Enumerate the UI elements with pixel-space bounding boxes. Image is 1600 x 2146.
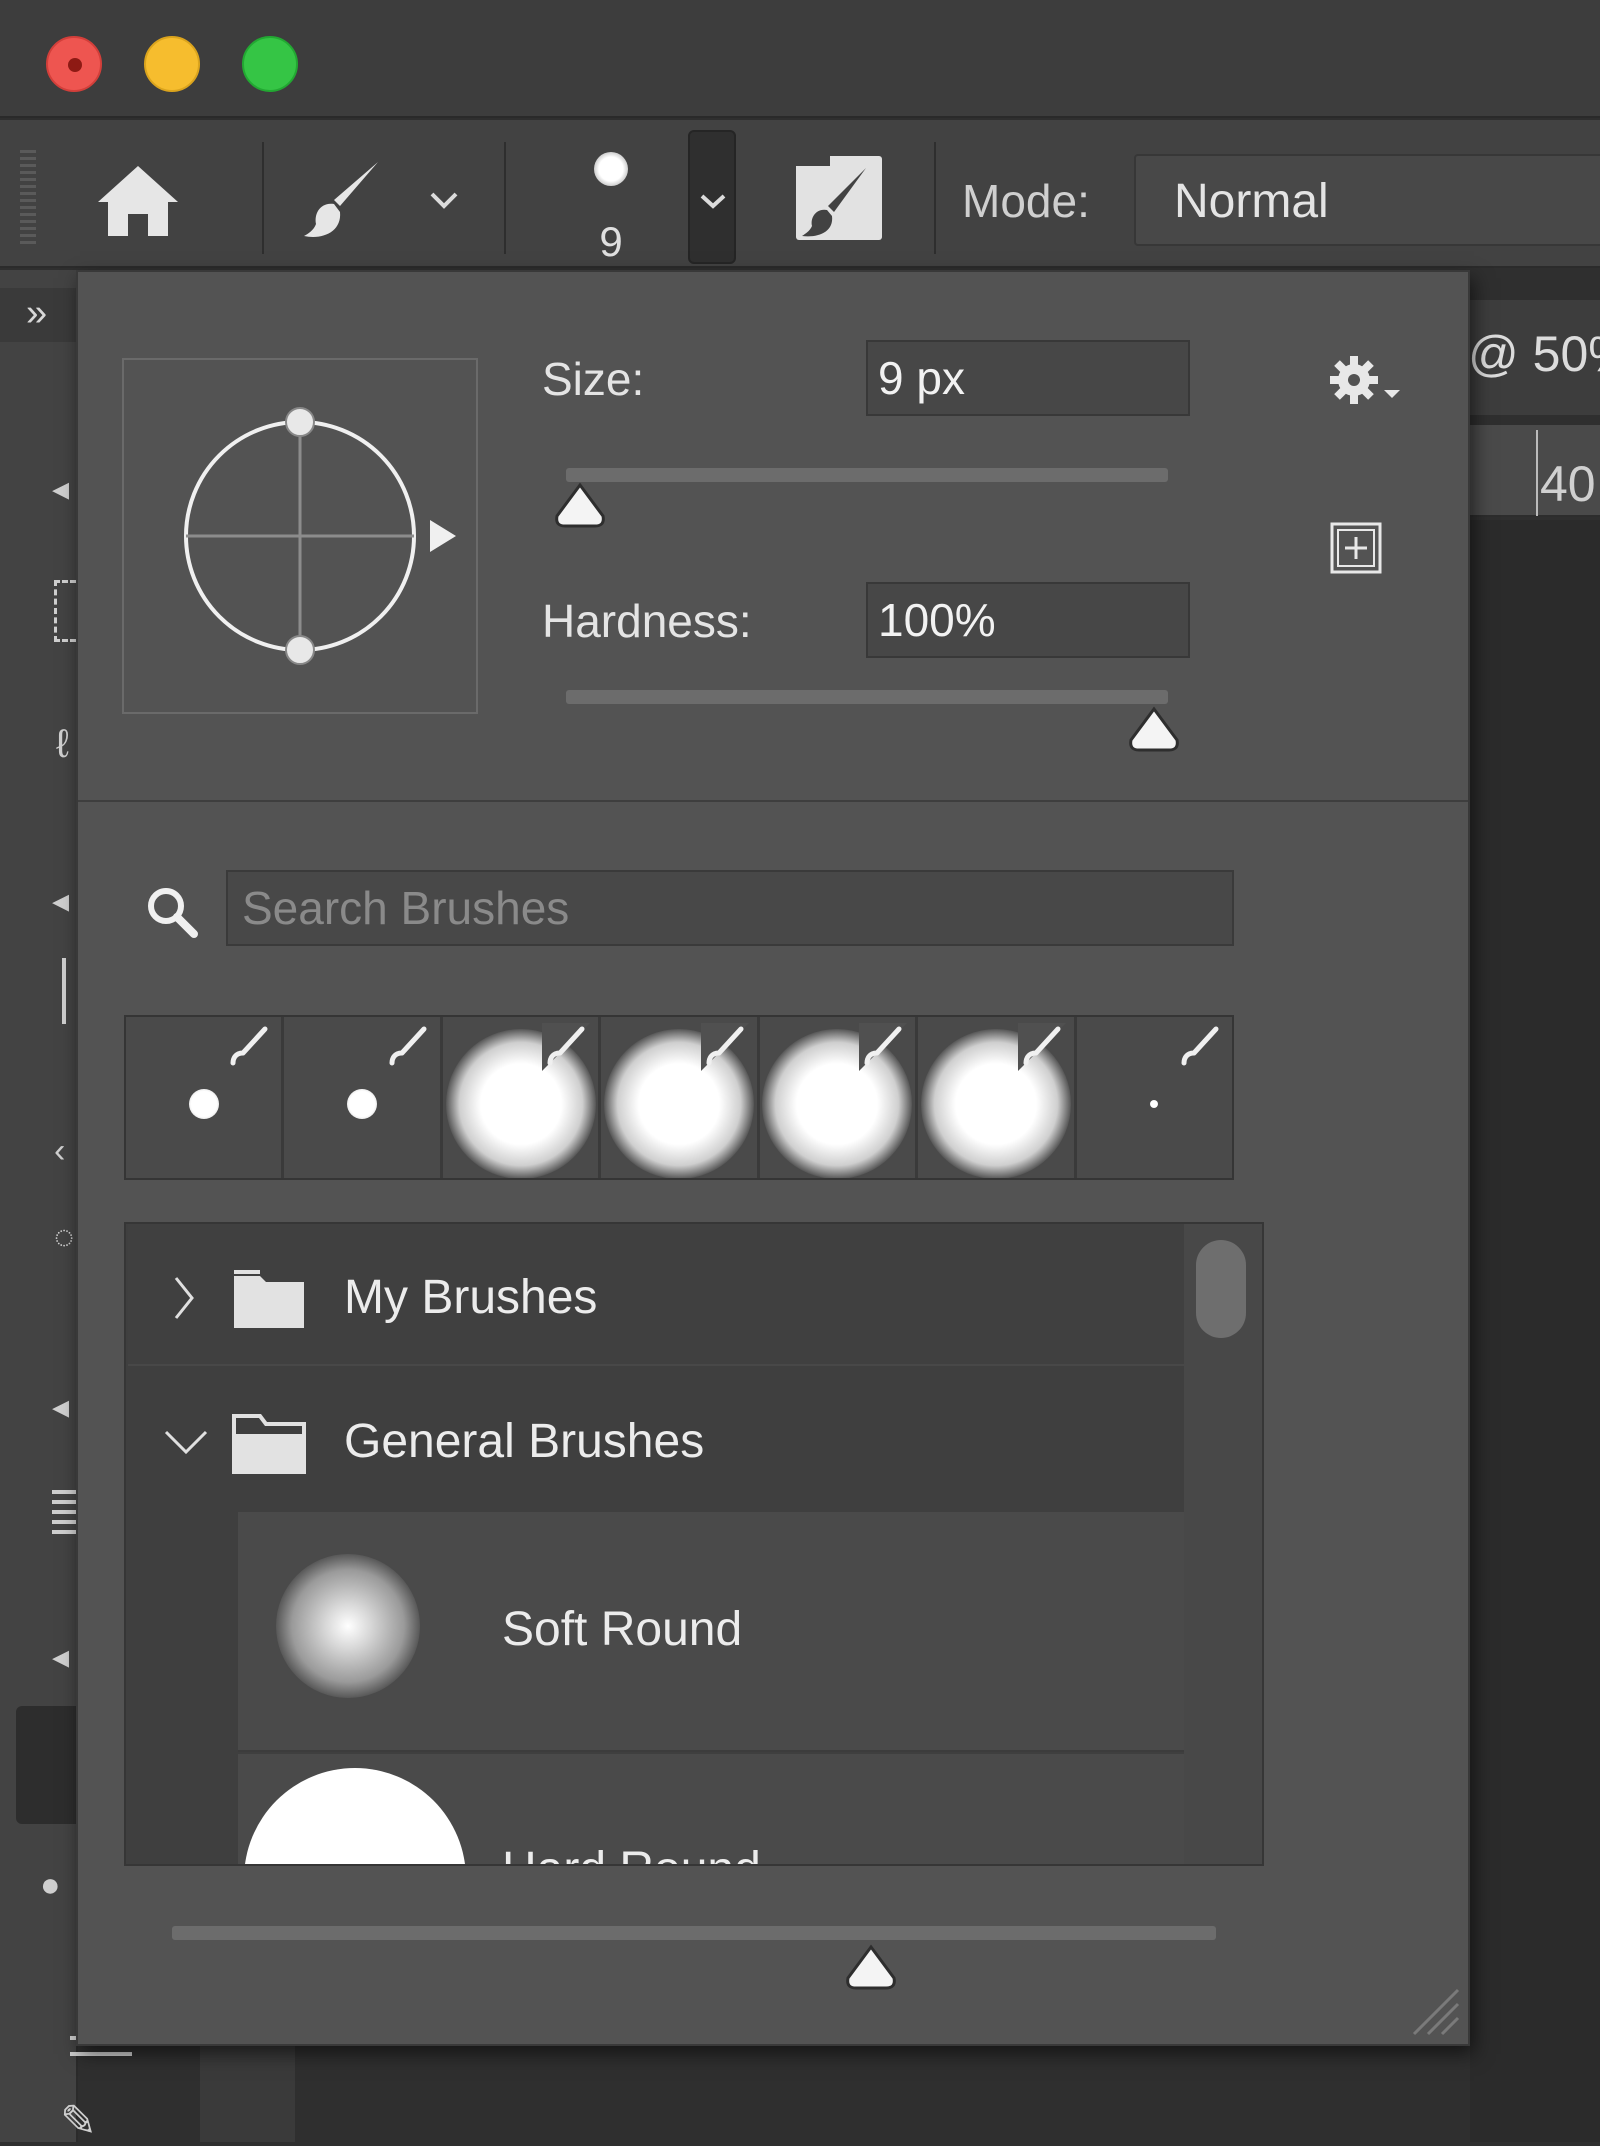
brush-label: Hard Round bbox=[502, 1842, 761, 1864]
search-icon bbox=[144, 884, 200, 940]
recent-brush-preset[interactable] bbox=[759, 1017, 919, 1178]
size-input[interactable]: 9 px bbox=[866, 340, 1190, 416]
brush-stroke-icon bbox=[859, 1023, 908, 1071]
hardness-slider-thumb[interactable] bbox=[1125, 706, 1183, 754]
hardness-slider-track[interactable] bbox=[566, 690, 1168, 704]
vertical-ruler bbox=[200, 2040, 295, 2142]
recent-brush-preset[interactable] bbox=[126, 1017, 285, 1178]
mode-select[interactable]: Normal bbox=[1134, 154, 1600, 246]
healing-tool-icon[interactable]: ◌ bbox=[54, 1220, 74, 1254]
tools-panel-header: » bbox=[0, 288, 78, 342]
recent-brush-preset[interactable] bbox=[284, 1017, 443, 1178]
folder-label: General Brushes bbox=[344, 1415, 705, 1468]
document-tab-title: @ 50% bbox=[1468, 326, 1600, 382]
brush-tip-preview bbox=[276, 1554, 420, 1698]
brush-library-list: My Brushes General Brushes Soft Round Ha… bbox=[124, 1222, 1264, 1866]
window-maximize-button[interactable] bbox=[242, 36, 298, 92]
hardness-input[interactable]: 100% bbox=[866, 582, 1190, 658]
marquee-tool-icon[interactable] bbox=[54, 580, 76, 642]
search-input[interactable]: Search Brushes bbox=[226, 870, 1234, 946]
brush-stroke-icon bbox=[230, 1026, 268, 1066]
recent-brush-preset[interactable] bbox=[601, 1017, 760, 1178]
brush-icon[interactable] bbox=[300, 158, 384, 242]
brush-stroke-icon bbox=[700, 1023, 749, 1071]
recent-brushes-strip bbox=[124, 1015, 1234, 1180]
brush-stroke-icon bbox=[1181, 1026, 1219, 1066]
recent-brush-preset[interactable] bbox=[1076, 1017, 1232, 1178]
ruler-label: 40 bbox=[1540, 456, 1596, 512]
brush-stroke-icon bbox=[389, 1026, 427, 1066]
tool-arrow-icon[interactable]: ◂ bbox=[52, 472, 69, 506]
resize-grip-icon[interactable] bbox=[1400, 1976, 1462, 2038]
options-divider bbox=[934, 142, 936, 254]
size-slider-thumb[interactable] bbox=[551, 482, 609, 530]
active-tool-brush[interactable] bbox=[16, 1706, 78, 1824]
mode-select-value: Normal bbox=[1174, 175, 1329, 228]
brush-size-preview-value: 9 bbox=[599, 218, 623, 265]
window-minimize-button[interactable] bbox=[144, 36, 200, 92]
collapse-double-chevron-icon[interactable]: » bbox=[26, 292, 47, 335]
gear-icon[interactable] bbox=[1326, 354, 1410, 410]
size-slider-track[interactable] bbox=[566, 468, 1168, 482]
ruler-tick bbox=[1536, 430, 1538, 516]
folder-icon bbox=[234, 1270, 304, 1328]
preview-size-slider-track[interactable] bbox=[172, 1926, 1216, 1940]
brush-tip-preview bbox=[244, 1768, 466, 1864]
tool-arrow-icon[interactable]: ◂ bbox=[52, 884, 69, 918]
crop-tool-icon[interactable] bbox=[62, 958, 66, 1024]
brush-tip-preview bbox=[1150, 1099, 1159, 1108]
home-icon[interactable] bbox=[94, 160, 182, 240]
options-divider bbox=[504, 142, 506, 254]
chevron-down-icon[interactable] bbox=[426, 186, 462, 214]
recent-brush-preset[interactable] bbox=[918, 1017, 1077, 1178]
brush-row-hard-round[interactable]: Hard Round bbox=[238, 1754, 1184, 1864]
folder-label: My Brushes bbox=[344, 1271, 598, 1324]
eyedropper-tool-icon[interactable]: ‹ bbox=[54, 1134, 65, 1168]
brush-stroke-icon bbox=[542, 1023, 591, 1071]
new-preset-icon[interactable] bbox=[1328, 520, 1384, 576]
window-titlebar bbox=[0, 0, 1600, 118]
brush-angle-roundness-widget[interactable] bbox=[122, 358, 478, 714]
tool-arrow-icon[interactable]: ◂ bbox=[52, 1390, 69, 1424]
recent-brush-preset[interactable] bbox=[442, 1017, 602, 1178]
brush-row-soft-round[interactable]: Soft Round bbox=[238, 1512, 1184, 1752]
size-label: Size: bbox=[542, 353, 645, 405]
stamp-tool-icon[interactable] bbox=[52, 1490, 76, 1538]
canvas-area[interactable] bbox=[1470, 520, 1600, 2142]
options-bar-grip[interactable] bbox=[20, 150, 36, 245]
brush-size-preview-dot[interactable] bbox=[594, 152, 628, 186]
tools-panel bbox=[0, 270, 78, 2142]
folder-row-general-brushes[interactable]: General Brushes bbox=[128, 1368, 1184, 1510]
brush-stroke-icon bbox=[1017, 1023, 1066, 1071]
blur-tool-icon[interactable]: ● bbox=[40, 1868, 61, 1902]
tool-arrow-icon[interactable]: ◂ bbox=[52, 1640, 69, 1674]
folder-open-icon bbox=[232, 1414, 306, 1474]
pen-tool-icon[interactable]: ✎ bbox=[60, 2100, 97, 2144]
hardness-label: Hardness: bbox=[542, 595, 752, 647]
folder-row-my-brushes[interactable]: My Brushes bbox=[128, 1224, 1184, 1366]
brush-label: Soft Round bbox=[502, 1603, 743, 1656]
mode-label: Mode: bbox=[962, 175, 1090, 227]
library-scrollbar-thumb[interactable] bbox=[1196, 1240, 1246, 1338]
preview-size-slider-thumb[interactable] bbox=[842, 1944, 900, 1992]
brush-tip-preview bbox=[347, 1088, 378, 1119]
panel-divider bbox=[78, 800, 1468, 802]
lasso-tool-icon[interactable]: ℓ bbox=[56, 724, 69, 764]
window-close-button[interactable] bbox=[46, 36, 102, 92]
brush-tip-preview bbox=[188, 1088, 219, 1119]
brush-settings-icon[interactable] bbox=[796, 156, 882, 240]
options-divider bbox=[262, 142, 264, 254]
brush-picker-toggle[interactable] bbox=[688, 130, 736, 264]
